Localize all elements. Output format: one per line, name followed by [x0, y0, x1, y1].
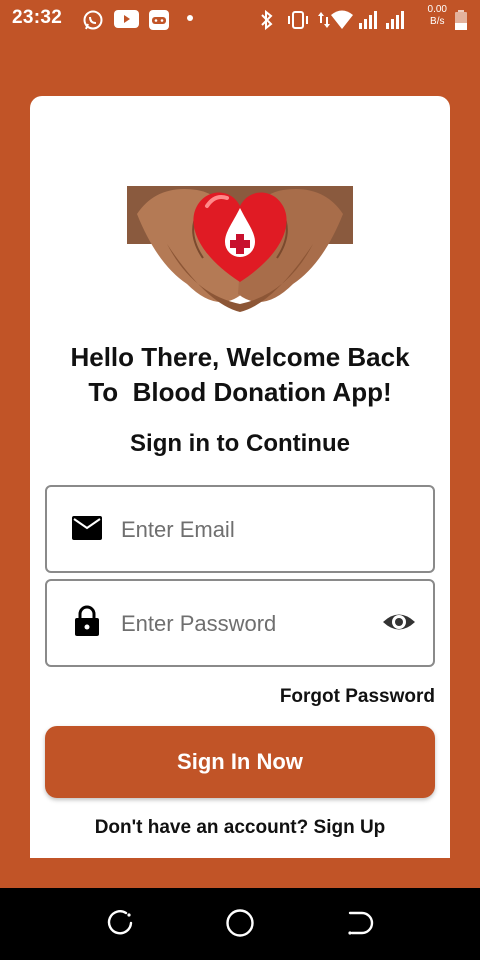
back-icon[interactable]	[346, 909, 374, 937]
email-icon	[72, 516, 102, 540]
battery-icon	[455, 10, 467, 30]
net-speed-value: 0.00	[427, 4, 447, 15]
home-icon[interactable]	[225, 908, 255, 938]
status-time: 23:32	[12, 7, 63, 28]
email-field[interactable]	[45, 485, 435, 573]
whatsapp-icon	[83, 10, 103, 30]
welcome-line-1: Hello There, Welcome Back	[70, 342, 410, 372]
welcome-heading: Hello There, Welcome Back To Blood Donat…	[30, 340, 450, 410]
sign-in-button[interactable]: Sign In Now	[45, 726, 435, 798]
welcome-line-2: To Blood Donation App!	[88, 377, 392, 407]
dot-icon	[187, 15, 193, 21]
signal-icon	[359, 11, 377, 29]
data-arrows-icon	[318, 12, 330, 28]
show-password-eye-icon[interactable]	[381, 609, 417, 635]
sign-up-link[interactable]: Sign Up	[314, 817, 386, 838]
sign-in-subtitle: Sign in to Continue	[130, 430, 350, 457]
password-field[interactable]	[45, 579, 435, 667]
net-speed-unit: B/s	[430, 16, 445, 27]
login-card: Hello There, Welcome Back To Blood Donat…	[30, 96, 450, 858]
lock-icon	[75, 605, 99, 636]
forgot-password-link[interactable]: Forgot Password	[280, 686, 435, 708]
vibrate-icon	[288, 11, 308, 29]
recent-apps-icon[interactable]	[106, 909, 134, 937]
blood-donation-hero-image	[127, 186, 353, 312]
navigation-bar	[0, 888, 480, 960]
bluetooth-icon	[261, 9, 273, 31]
status-bar: 23:32 0.00 B/s	[0, 0, 480, 38]
signup-prompt: Don't have an account?	[94, 817, 309, 838]
email-input[interactable]	[119, 509, 373, 551]
signal-icon	[386, 11, 404, 29]
signup-row: Don't have an account? Sign Up	[30, 817, 450, 839]
net-speed: 0.00 B/s	[428, 4, 447, 28]
password-input[interactable]	[119, 603, 373, 645]
wifi-icon	[331, 10, 353, 29]
game-icon	[149, 10, 169, 30]
youtube-icon	[114, 10, 139, 28]
